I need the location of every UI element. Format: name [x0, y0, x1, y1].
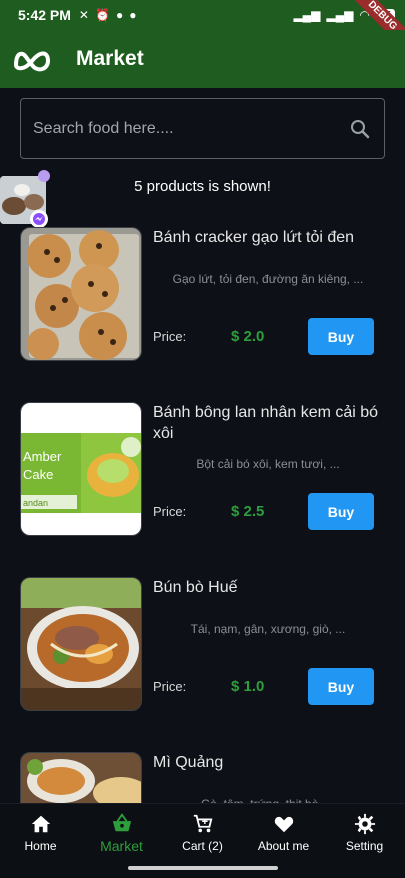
product-card[interactable]: Amber Cake andan Bánh bông lan nhân kem … — [20, 402, 385, 538]
bottom-navigation: Home Market Cart (2) About me Setting — [0, 803, 405, 861]
product-name: Mì Quảng — [153, 754, 224, 771]
status-time: 5:42 PM — [18, 7, 71, 23]
price-label: Price: — [153, 329, 187, 344]
svg-text:Cake: Cake — [23, 467, 53, 482]
signal-icon: ▂▄▆ — [293, 8, 321, 22]
gear-icon — [354, 813, 375, 834]
notification-icons: ✕ ⏰ ● ● — [79, 8, 137, 22]
svg-text:andan: andan — [23, 498, 48, 508]
nav-label: Market — [100, 837, 143, 854]
buy-button[interactable]: Buy — [308, 318, 374, 355]
app-bar: Market — [0, 30, 405, 88]
price-value: $ 2.0 — [231, 328, 265, 345]
nav-label: Setting — [345, 838, 384, 853]
nav-market[interactable]: Market — [81, 804, 162, 861]
product-name: Bánh cracker gạo lứt tỏi đen — [153, 229, 355, 246]
product-image[interactable] — [20, 227, 142, 361]
price-label: Price: — [153, 679, 187, 694]
buy-button[interactable]: Buy — [308, 493, 374, 530]
price-value: $ 1.0 — [231, 678, 265, 695]
buy-button[interactable]: Buy — [308, 668, 374, 705]
product-description: Tái, nạm, gân, xương, giò, ... — [190, 622, 346, 636]
nav-home[interactable]: Home — [0, 804, 81, 861]
nav-about[interactable]: About me — [243, 804, 324, 861]
nav-label: About me — [257, 838, 310, 853]
page-title: Market — [76, 47, 144, 70]
nav-cart[interactable]: Cart (2) — [162, 804, 243, 861]
chat-head-badge — [38, 170, 50, 182]
product-name: Bún bò Huế — [153, 579, 238, 596]
search-icon[interactable] — [348, 117, 372, 141]
price-value: $ 2.5 — [231, 503, 265, 520]
svg-text:Amber: Amber — [23, 449, 62, 464]
product-description: Gạo lứt, tỏi đen, đường ăn kiêng, ... — [172, 272, 364, 286]
signal-icon-2: ▂▄▆ — [326, 8, 354, 22]
app-notification-icon: ● — [129, 8, 137, 22]
gesture-handle[interactable] — [128, 866, 278, 870]
product-card[interactable]: Bánh cracker gạo lứt tỏi đen Gạo lứt, tỏ… — [20, 227, 385, 363]
messenger-icon: ● — [115, 8, 124, 22]
alarm-icon: ⏰ — [94, 8, 110, 22]
product-count-text: 5 products is shown! — [134, 178, 271, 195]
mute-icon: ✕ — [78, 8, 89, 22]
cart-icon — [193, 814, 212, 832]
price-label: Price: — [153, 504, 187, 519]
search-input[interactable] — [33, 119, 348, 138]
messenger-icon — [30, 210, 48, 228]
product-name: Bánh bông lan nhân kem cải bó xôi — [153, 404, 379, 442]
nav-label: Home — [24, 838, 57, 853]
nav-setting[interactable]: Setting — [324, 804, 405, 861]
product-image[interactable]: Amber Cake andan — [20, 402, 142, 536]
nav-label: Cart (2) — [182, 838, 223, 853]
status-bar: 5:42 PM ✕ ⏰ ● ● ▂▄▆ ▂▄▆ ◠ 65 — [0, 0, 405, 30]
product-description: Bột cải bó xôi, kem tươi, ... — [196, 457, 340, 471]
product-image[interactable] — [20, 577, 142, 711]
product-card[interactable]: Bún bò Huế Tái, nạm, gân, xương, giò, ..… — [20, 577, 385, 713]
meta-logo-icon — [13, 51, 51, 72]
home-icon — [31, 815, 50, 832]
heart-icon — [274, 816, 293, 832]
basket-icon — [112, 812, 131, 831]
search-field[interactable] — [20, 98, 385, 159]
